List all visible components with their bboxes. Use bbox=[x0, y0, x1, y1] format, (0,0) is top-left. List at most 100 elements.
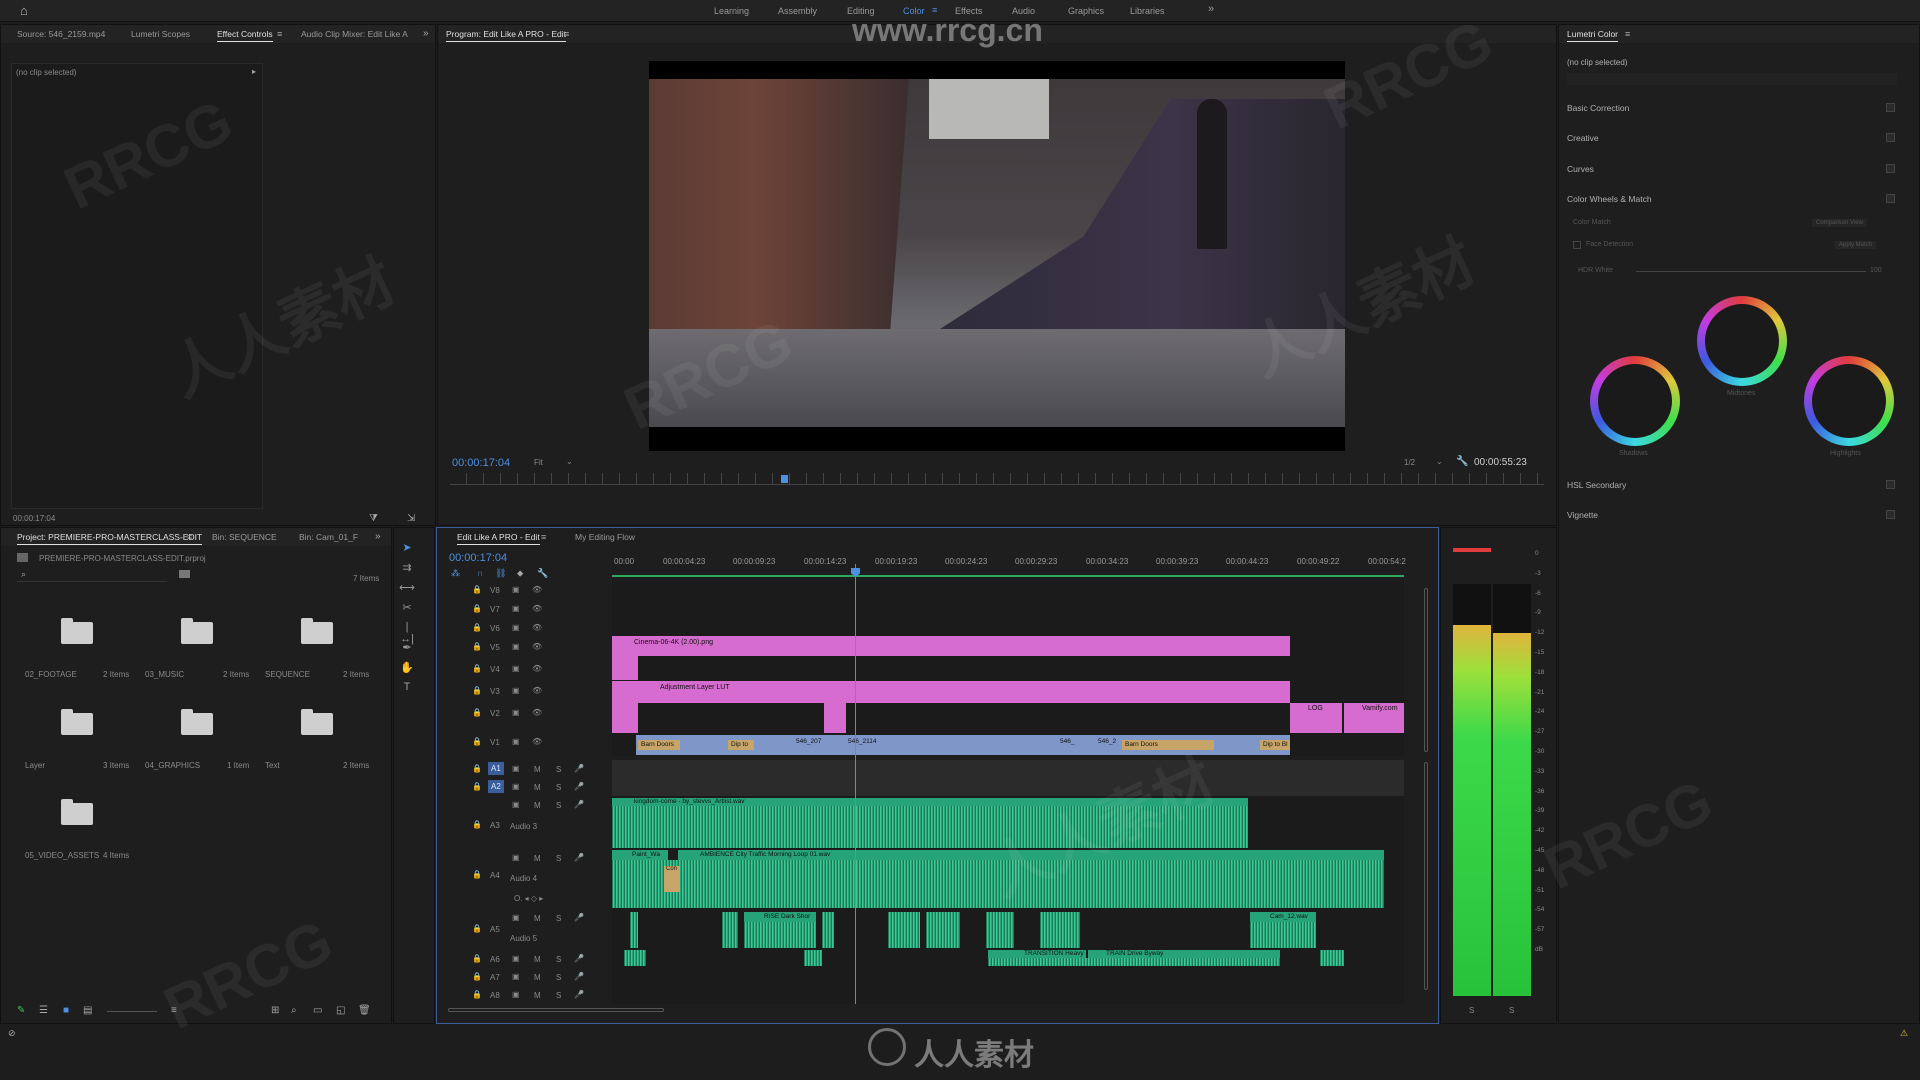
solo-left-button[interactable]: S bbox=[1469, 1006, 1474, 1015]
pencil-icon[interactable]: ✎ bbox=[17, 1005, 25, 1016]
eye-icon[interactable]: 👁 bbox=[532, 708, 542, 717]
clip-con[interactable]: Con bbox=[664, 866, 680, 892]
filter-icon[interactable]: ⧩ bbox=[369, 513, 378, 524]
solo-icon[interactable]: S bbox=[556, 801, 561, 810]
sequence-menu-icon[interactable]: ≡ bbox=[541, 532, 546, 542]
clip-barn-doors[interactable]: Barn Doors bbox=[638, 740, 680, 750]
bin-name[interactable]: 05_VIDEO_ASSETS bbox=[25, 851, 99, 860]
workspace-learning[interactable]: Learning bbox=[714, 6, 749, 16]
folder-music-icon[interactable] bbox=[181, 618, 213, 644]
tab-bin-cam[interactable]: Bin: Cam_01_F bbox=[299, 532, 358, 542]
eye-icon[interactable]: 👁 bbox=[532, 623, 542, 632]
nest-icon[interactable]: ⁂ bbox=[451, 568, 460, 579]
tab-program[interactable]: Program: Edit Like A PRO - Edit bbox=[446, 29, 566, 42]
lock-icon[interactable]: 🔒 bbox=[472, 870, 482, 879]
project-overflow-icon[interactable]: » bbox=[375, 531, 381, 542]
sync-icon[interactable]: ▣ bbox=[512, 686, 520, 695]
eye-icon[interactable]: 👁 bbox=[532, 686, 542, 695]
project-menu-icon[interactable]: ≡ bbox=[187, 532, 192, 542]
color-wheels-checkbox[interactable] bbox=[1886, 194, 1895, 203]
program-playhead[interactable] bbox=[781, 475, 789, 483]
basic-correction-checkbox[interactable] bbox=[1886, 103, 1895, 112]
vertical-scrollbar-video[interactable] bbox=[1424, 588, 1428, 752]
sync-icon[interactable]: ▣ bbox=[512, 782, 520, 791]
lock-icon[interactable]: 🔒 bbox=[472, 764, 482, 773]
lock-icon[interactable]: 🔒 bbox=[472, 664, 482, 673]
mute-icon[interactable]: M bbox=[534, 955, 541, 964]
fit-dropdown[interactable]: Fit bbox=[534, 458, 543, 467]
tab-source[interactable]: Source: 546_2159.mp4 bbox=[17, 29, 105, 39]
clip-cam-12[interactable]: Cam_12.wav bbox=[1250, 912, 1316, 922]
mute-icon[interactable]: M bbox=[534, 854, 541, 863]
section-vignette[interactable]: Vignette bbox=[1567, 510, 1598, 520]
mute-icon[interactable]: M bbox=[534, 801, 541, 810]
clip-transition-heavy[interactable]: TRANSITION Heavy bbox=[988, 950, 1086, 958]
shadows-wheel[interactable] bbox=[1590, 356, 1680, 446]
sync-icon[interactable]: ▣ bbox=[512, 642, 520, 651]
solo-icon[interactable]: S bbox=[556, 955, 561, 964]
workspace-overflow-icon[interactable]: » bbox=[1208, 3, 1214, 15]
comparison-view-button[interactable]: Comparison View bbox=[1812, 219, 1867, 227]
clip-train-drive[interactable]: TRAIN Drive Byway bbox=[1088, 950, 1280, 958]
warning-icon[interactable]: ⚠ bbox=[1900, 1028, 1908, 1039]
pen-tool-icon[interactable]: ✒ bbox=[399, 641, 415, 655]
sort-icon[interactable]: ≡ bbox=[171, 1005, 177, 1016]
fit-chevron-icon[interactable]: ⌄ bbox=[566, 457, 573, 466]
tab-lumetri-scopes[interactable]: Lumetri Scopes bbox=[131, 29, 190, 39]
panel-menu-icon[interactable]: ≡ bbox=[277, 29, 282, 39]
solo-icon[interactable]: S bbox=[556, 914, 561, 923]
home-icon[interactable]: ⌂ bbox=[20, 3, 28, 18]
face-detection-checkbox[interactable] bbox=[1573, 241, 1581, 249]
bin-name[interactable]: Text bbox=[265, 761, 280, 770]
timeline-settings-icon[interactable]: 🔧 bbox=[537, 568, 548, 579]
sync-icon[interactable]: ▣ bbox=[512, 990, 520, 999]
add-marker-timeline-icon[interactable]: ⬥ bbox=[517, 568, 523, 579]
tab-bin-sequence[interactable]: Bin: SEQUENCE bbox=[212, 532, 277, 542]
mute-icon[interactable]: M bbox=[534, 991, 541, 1000]
icon-view-icon[interactable]: ■ bbox=[63, 1005, 69, 1016]
lock-icon[interactable]: 🔒 bbox=[472, 686, 482, 695]
resolution-chevron-icon[interactable]: ⌄ bbox=[1436, 457, 1443, 466]
tab-my-editing-flow[interactable]: My Editing Flow bbox=[575, 532, 635, 542]
voiceover-mic-icon[interactable]: 🎤 bbox=[574, 782, 584, 791]
eye-icon[interactable]: 👁 bbox=[532, 642, 542, 651]
overflow-icon[interactable]: » bbox=[423, 28, 429, 39]
project-search-input[interactable] bbox=[17, 571, 167, 582]
zoom-slider[interactable] bbox=[107, 1011, 157, 1012]
clip-ambience[interactable]: AMBIENCE City Traffic Morning Loop 01.wa… bbox=[678, 850, 1384, 860]
clip-dip-to[interactable]: Dip to bbox=[728, 740, 754, 750]
sync-icon[interactable]: ▣ bbox=[512, 972, 520, 981]
voiceover-mic-icon[interactable]: 🎤 bbox=[574, 764, 584, 773]
lock-icon[interactable]: 🔒 bbox=[472, 585, 482, 594]
timeline-ruler[interactable]: 00:00 00:00:04:23 00:00:09:23 00:00:14:2… bbox=[612, 553, 1406, 577]
voiceover-mic-icon[interactable]: 🎤 bbox=[574, 990, 584, 999]
clip-546-c[interactable]: 546_ bbox=[1054, 736, 1082, 748]
voiceover-mic-icon[interactable]: 🎤 bbox=[574, 954, 584, 963]
sync-icon[interactable]: ▣ bbox=[512, 764, 520, 773]
lock-icon[interactable]: 🔒 bbox=[472, 972, 482, 981]
mute-icon[interactable]: M bbox=[534, 765, 541, 774]
resolution-dropdown[interactable]: 1/2 bbox=[1404, 458, 1415, 467]
mute-icon[interactable]: M bbox=[534, 914, 541, 923]
clip-kingdom-come[interactable]: kingdom-come - by_stevvs_Artlist.wav bbox=[612, 798, 1248, 806]
sync-icon[interactable]: ▣ bbox=[512, 853, 520, 862]
lumetri-menu-icon[interactable]: ≡ bbox=[1625, 29, 1630, 39]
highlights-wheel[interactable] bbox=[1804, 356, 1894, 446]
voiceover-mic-icon[interactable]: 🎤 bbox=[574, 913, 584, 922]
folder-footage-icon[interactable] bbox=[61, 618, 93, 644]
sync-icon[interactable]: ▣ bbox=[512, 664, 520, 673]
clip-v2-pink-marker[interactable] bbox=[824, 703, 846, 733]
hdr-white-slider[interactable] bbox=[1636, 271, 1866, 272]
tab-effect-controls[interactable]: Effect Controls bbox=[217, 29, 273, 42]
section-color-wheels[interactable]: Color Wheels & Match bbox=[1567, 194, 1652, 204]
hand-tool-icon[interactable]: ✋ bbox=[399, 661, 415, 675]
midtones-wheel[interactable] bbox=[1697, 296, 1787, 386]
lock-icon[interactable]: 🔒 bbox=[472, 737, 482, 746]
clip-barn-doors-2[interactable]: Barn Doors bbox=[1122, 740, 1214, 750]
clip-546-d[interactable]: 546_2 bbox=[1092, 736, 1120, 748]
vignette-checkbox[interactable] bbox=[1886, 510, 1895, 519]
lock-icon[interactable]: 🔒 bbox=[472, 623, 482, 632]
clip-dip-to-black[interactable]: Dip to Bl bbox=[1260, 740, 1290, 750]
timeline-playhead[interactable] bbox=[855, 564, 856, 1004]
sync-icon[interactable]: ▣ bbox=[512, 708, 520, 717]
